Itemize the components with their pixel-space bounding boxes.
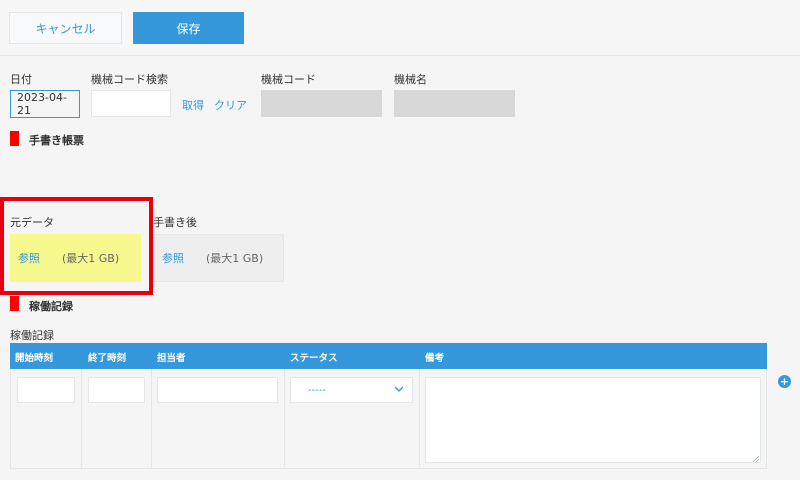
status-select-value: ----- <box>308 384 327 396</box>
handwritten-section-title: 手書き帳票 <box>29 134 84 147</box>
column-divider <box>284 369 285 469</box>
clear-link[interactable]: クリア <box>214 97 247 113</box>
start-time-input[interactable] <box>17 377 75 403</box>
machine-name-field <box>394 90 515 117</box>
machine-code-label: 機械コード <box>261 73 316 86</box>
end-time-input[interactable] <box>88 377 145 403</box>
save-button[interactable]: 保存 <box>133 12 244 44</box>
column-header-person: 担当者 <box>157 353 186 364</box>
plus-icon[interactable]: + <box>778 375 791 388</box>
column-divider <box>151 369 152 469</box>
after-size-limit: (最大1 GB) <box>206 252 264 265</box>
machine-code-field <box>261 90 382 117</box>
column-header-notes: 備考 <box>425 353 445 364</box>
cancel-button[interactable]: キャンセル <box>9 12 122 44</box>
chevron-down-icon <box>394 386 404 392</box>
person-input[interactable] <box>157 377 278 403</box>
column-header-end-time: 終了時刻 <box>88 353 127 364</box>
section-marker <box>10 131 19 146</box>
machine-name-label: 機械名 <box>394 73 427 86</box>
operation-table-label: 稼働記録 <box>10 329 54 342</box>
machine-code-search-input[interactable] <box>91 90 171 117</box>
machine-code-search-label: 機械コード検索 <box>91 73 168 86</box>
section-marker <box>10 296 19 311</box>
after-handwriting-label: 手書き後 <box>153 216 197 229</box>
operation-section-title: 稼働記録 <box>29 300 73 313</box>
highlight-frame <box>0 197 153 295</box>
column-divider <box>419 369 420 469</box>
date-label: 日付 <box>10 73 32 86</box>
column-header-start-time: 開始時刻 <box>15 353 54 364</box>
after-handwriting-upload: 参照 (最大1 GB) <box>153 234 284 282</box>
column-header-status: ステータス <box>290 353 338 364</box>
fetch-link[interactable]: 取得 <box>182 97 204 113</box>
date-input[interactable]: 2023-04-21 <box>10 90 80 118</box>
resize-handle-icon[interactable] <box>752 455 759 462</box>
after-browse-link[interactable]: 参照 <box>162 250 184 266</box>
notes-textarea[interactable] <box>425 377 761 463</box>
column-divider <box>81 369 82 469</box>
